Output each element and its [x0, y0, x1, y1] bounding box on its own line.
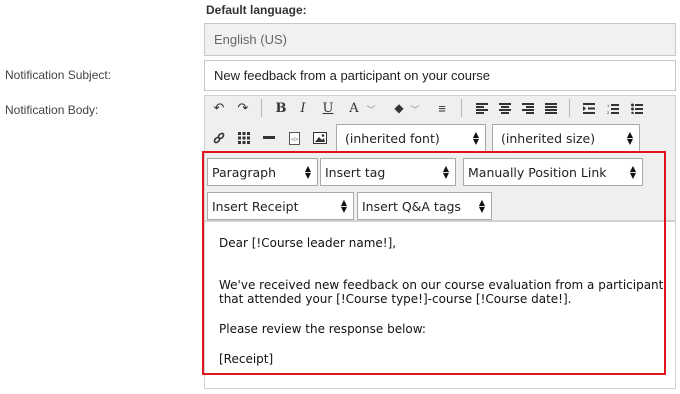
select-arrows-icon: ▲ ▼ [340, 198, 347, 214]
svg-text:2: 2 [607, 110, 610, 114]
svg-text:1: 1 [607, 103, 610, 108]
svg-text:</>: </> [291, 137, 298, 143]
select-arrows-icon: ▲ ▼ [304, 164, 311, 180]
notification-body-editor[interactable]: Dear [!Course leader name!], We've recei… [204, 221, 676, 389]
default-language-value: English (US) [214, 32, 287, 47]
editor-line: We've received new feedback on our cours… [219, 278, 664, 292]
subject-value: New feedback from a participant on your … [214, 68, 491, 83]
undo-icon[interactable]: ↶ [208, 97, 230, 119]
indent-icon[interactable] [578, 97, 600, 119]
default-language-field: English (US) [204, 23, 676, 56]
toolbar-separator [461, 99, 462, 117]
horizontal-rule-icon[interactable] [258, 127, 280, 149]
editor-toolbar: ↶ ↷ B I U A ﹀ ◆ ﹀ ≡ 12 </> (inherited fo… [204, 95, 676, 221]
chevron-down-icon[interactable]: ﹀ [360, 98, 382, 120]
paragraph-format-value: Paragraph [212, 164, 277, 180]
insert-qa-tags-value: Insert Q&A tags [362, 198, 461, 214]
notification-body-label: Notification Body: [5, 103, 99, 117]
insert-receipt-select[interactable]: Insert Receipt ▲ ▼ [207, 192, 354, 220]
notification-subject-label: Notification Subject: [5, 68, 112, 82]
font-size-value: (inherited size) [501, 130, 596, 146]
manually-position-link-select[interactable]: Manually Position Link ▲ ▼ [463, 158, 643, 186]
toolbar-separator [569, 99, 570, 117]
select-arrows-icon: ▲ ▼ [442, 164, 449, 180]
underline-button[interactable]: U [317, 97, 339, 119]
source-code-icon[interactable]: </> [283, 127, 305, 149]
editor-line: Please review the response below: [219, 322, 426, 336]
chevron-down-icon[interactable]: ﹀ [404, 98, 426, 120]
editor-line: Dear [!Course leader name!], [219, 236, 397, 250]
insert-tag-select[interactable]: Insert tag ▲ ▼ [320, 158, 456, 186]
select-arrows-icon: ▲ ▼ [472, 130, 479, 146]
paragraph-format-select[interactable]: Paragraph ▲ ▼ [207, 158, 318, 186]
select-arrows-icon: ▲ ▼ [629, 164, 636, 180]
bullet-list-icon[interactable] [626, 97, 648, 119]
select-arrows-icon: ▲ ▼ [626, 130, 633, 146]
insert-tag-value: Insert tag [325, 164, 386, 180]
toolbar-separator [261, 99, 262, 117]
editor-line: that attended your [!Course type!]-cours… [219, 292, 572, 306]
font-family-value: (inherited font) [345, 130, 440, 146]
insert-receipt-value: Insert Receipt [212, 198, 299, 214]
link-icon[interactable] [208, 127, 230, 149]
manually-position-link-value: Manually Position Link [468, 164, 607, 180]
notification-subject-input[interactable]: New feedback from a participant on your … [204, 60, 676, 91]
image-icon[interactable] [309, 127, 331, 149]
clear-format-button[interactable]: ≡ [431, 97, 453, 119]
align-left-icon[interactable] [471, 97, 493, 119]
align-justify-icon[interactable] [540, 97, 562, 119]
font-size-select[interactable]: (inherited size) ▲ ▼ [492, 124, 640, 152]
select-arrows-icon: ▲ ▼ [478, 198, 485, 214]
insert-qa-tags-select[interactable]: Insert Q&A tags ▲ ▼ [357, 192, 492, 220]
default-language-label: Default language: [206, 3, 307, 17]
bold-button[interactable]: B [270, 97, 292, 119]
align-right-icon[interactable] [517, 97, 539, 119]
numbered-list-icon[interactable]: 12 [602, 97, 624, 119]
redo-icon[interactable]: ↷ [232, 97, 254, 119]
font-family-select[interactable]: (inherited font) ▲ ▼ [336, 124, 486, 152]
editor-line: [Receipt] [219, 352, 274, 366]
table-icon[interactable] [233, 127, 255, 149]
italic-button[interactable]: I [292, 97, 314, 119]
align-center-icon[interactable] [494, 97, 516, 119]
